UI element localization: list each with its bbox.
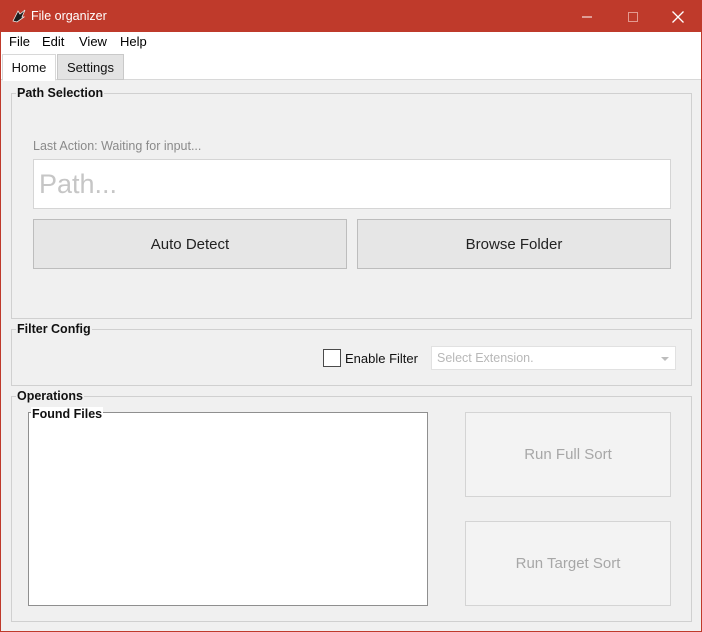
minimize-button[interactable] — [564, 1, 610, 32]
title-bar[interactable]: File organizer — [1, 1, 701, 32]
filter-config-label: Filter Config — [16, 322, 92, 337]
tab-settings[interactable]: Settings — [57, 54, 124, 80]
extension-select-placeholder: Select Extension. — [437, 351, 534, 365]
run-full-sort-button[interactable]: Run Full Sort — [465, 412, 671, 497]
menu-edit[interactable]: Edit — [42, 34, 64, 49]
menu-view[interactable]: View — [79, 34, 107, 49]
maximize-button[interactable] — [610, 1, 656, 32]
enable-filter-checkbox[interactable] — [323, 349, 341, 367]
extension-select[interactable]: Select Extension. — [431, 346, 676, 370]
close-icon — [672, 10, 684, 23]
run-target-sort-button[interactable]: Run Target Sort — [465, 521, 671, 606]
menu-help[interactable]: Help — [120, 34, 147, 49]
operations-label: Operations — [16, 389, 84, 404]
found-files-list[interactable]: Found Files — [28, 407, 428, 606]
enable-filter-label[interactable]: Enable Filter — [345, 351, 418, 366]
auto-detect-button[interactable]: Auto Detect — [33, 219, 347, 269]
app-logo-icon — [11, 8, 27, 24]
menu-file[interactable]: File — [9, 34, 30, 49]
browse-folder-button[interactable]: Browse Folder — [357, 219, 671, 269]
path-input[interactable] — [33, 159, 671, 209]
found-files-label: Found Files — [31, 407, 104, 422]
path-selection-label: Path Selection — [16, 86, 105, 101]
window-title: File organizer — [31, 9, 107, 23]
tab-strip: Home Settings — [1, 51, 701, 81]
menu-bar: File Edit View Help — [1, 32, 701, 51]
tab-home[interactable]: Home — [2, 54, 56, 81]
minimize-icon — [582, 16, 592, 17]
app-window: File organizer File Edit View Help Home … — [0, 0, 702, 632]
chevron-down-icon — [661, 357, 669, 361]
close-button[interactable] — [655, 1, 701, 32]
maximize-icon — [628, 11, 638, 22]
last-action-status: Last Action: Waiting for input... — [33, 139, 202, 153]
